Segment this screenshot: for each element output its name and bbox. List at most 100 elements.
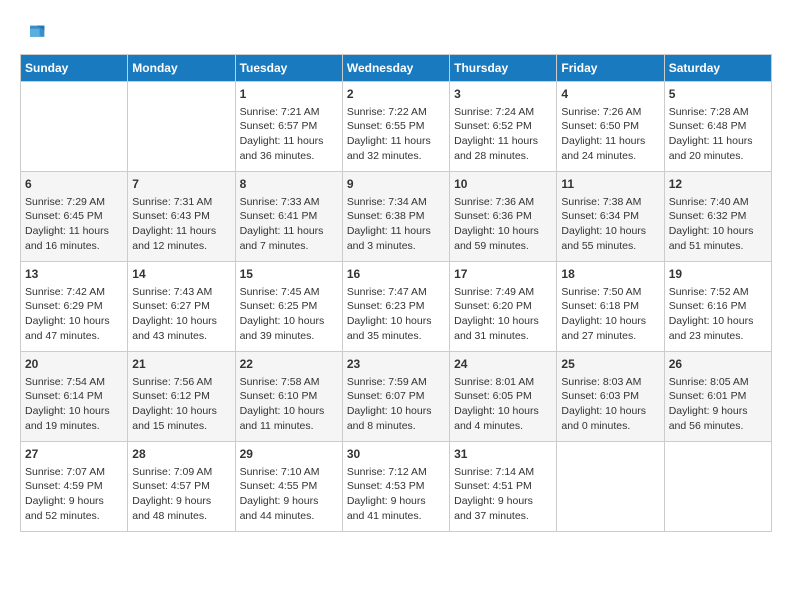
sunrise-text: Sunrise: 7:34 AM — [347, 195, 445, 210]
daylight-text: Daylight: 10 hours and 4 minutes. — [454, 404, 552, 433]
day-number: 18 — [561, 266, 659, 283]
daylight-text: Daylight: 10 hours and 39 minutes. — [240, 314, 338, 343]
daylight-text: Daylight: 10 hours and 8 minutes. — [347, 404, 445, 433]
sunrise-text: Sunrise: 7:07 AM — [25, 465, 123, 480]
calendar-cell: 22Sunrise: 7:58 AMSunset: 6:10 PMDayligh… — [235, 352, 342, 442]
calendar-cell: 27Sunrise: 7:07 AMSunset: 4:59 PMDayligh… — [21, 442, 128, 532]
sunset-text: Sunset: 6:45 PM — [25, 209, 123, 224]
sunrise-text: Sunrise: 7:24 AM — [454, 105, 552, 120]
sunset-text: Sunset: 6:50 PM — [561, 119, 659, 134]
daylight-text: Daylight: 10 hours and 11 minutes. — [240, 404, 338, 433]
day-number: 3 — [454, 86, 552, 103]
day-number: 30 — [347, 446, 445, 463]
sunrise-text: Sunrise: 7:09 AM — [132, 465, 230, 480]
calendar-cell: 11Sunrise: 7:38 AMSunset: 6:34 PMDayligh… — [557, 172, 664, 262]
sunset-text: Sunset: 6:05 PM — [454, 389, 552, 404]
sunset-text: Sunset: 6:07 PM — [347, 389, 445, 404]
day-number: 19 — [669, 266, 767, 283]
daylight-text: Daylight: 10 hours and 55 minutes. — [561, 224, 659, 253]
sunset-text: Sunset: 6:34 PM — [561, 209, 659, 224]
sunset-text: Sunset: 6:32 PM — [669, 209, 767, 224]
daylight-text: Daylight: 11 hours and 3 minutes. — [347, 224, 445, 253]
daylight-text: Daylight: 11 hours and 32 minutes. — [347, 134, 445, 163]
sunset-text: Sunset: 6:48 PM — [669, 119, 767, 134]
sunset-text: Sunset: 4:51 PM — [454, 479, 552, 494]
day-number: 25 — [561, 356, 659, 373]
day-number: 9 — [347, 176, 445, 193]
sunrise-text: Sunrise: 7:12 AM — [347, 465, 445, 480]
calendar-cell: 17Sunrise: 7:49 AMSunset: 6:20 PMDayligh… — [450, 262, 557, 352]
calendar-cell: 13Sunrise: 7:42 AMSunset: 6:29 PMDayligh… — [21, 262, 128, 352]
sunset-text: Sunset: 6:36 PM — [454, 209, 552, 224]
header-monday: Monday — [128, 55, 235, 82]
sunrise-text: Sunrise: 7:33 AM — [240, 195, 338, 210]
day-number: 6 — [25, 176, 123, 193]
sunrise-text: Sunrise: 7:52 AM — [669, 285, 767, 300]
sunrise-text: Sunrise: 7:56 AM — [132, 375, 230, 390]
calendar-cell: 1Sunrise: 7:21 AMSunset: 6:57 PMDaylight… — [235, 82, 342, 172]
calendar-header-row: Sunday Monday Tuesday Wednesday Thursday… — [21, 55, 772, 82]
sunrise-text: Sunrise: 8:05 AM — [669, 375, 767, 390]
calendar-cell: 25Sunrise: 8:03 AMSunset: 6:03 PMDayligh… — [557, 352, 664, 442]
sunrise-text: Sunrise: 7:58 AM — [240, 375, 338, 390]
daylight-text: Daylight: 11 hours and 36 minutes. — [240, 134, 338, 163]
day-number: 17 — [454, 266, 552, 283]
calendar-cell: 6Sunrise: 7:29 AMSunset: 6:45 PMDaylight… — [21, 172, 128, 262]
header-wednesday: Wednesday — [342, 55, 449, 82]
calendar-table: Sunday Monday Tuesday Wednesday Thursday… — [20, 54, 772, 532]
daylight-text: Daylight: 10 hours and 23 minutes. — [669, 314, 767, 343]
header-friday: Friday — [557, 55, 664, 82]
header-sunday: Sunday — [21, 55, 128, 82]
day-number: 26 — [669, 356, 767, 373]
sunrise-text: Sunrise: 7:14 AM — [454, 465, 552, 480]
daylight-text: Daylight: 10 hours and 35 minutes. — [347, 314, 445, 343]
sunrise-text: Sunrise: 7:21 AM — [240, 105, 338, 120]
calendar-cell: 29Sunrise: 7:10 AMSunset: 4:55 PMDayligh… — [235, 442, 342, 532]
sunset-text: Sunset: 6:14 PM — [25, 389, 123, 404]
daylight-text: Daylight: 11 hours and 28 minutes. — [454, 134, 552, 163]
day-number: 12 — [669, 176, 767, 193]
calendar-cell: 31Sunrise: 7:14 AMSunset: 4:51 PMDayligh… — [450, 442, 557, 532]
sunset-text: Sunset: 4:57 PM — [132, 479, 230, 494]
calendar-week-row: 6Sunrise: 7:29 AMSunset: 6:45 PMDaylight… — [21, 172, 772, 262]
day-number: 5 — [669, 86, 767, 103]
day-number: 31 — [454, 446, 552, 463]
sunset-text: Sunset: 6:41 PM — [240, 209, 338, 224]
day-number: 29 — [240, 446, 338, 463]
daylight-text: Daylight: 10 hours and 15 minutes. — [132, 404, 230, 433]
calendar-cell — [664, 442, 771, 532]
day-number: 27 — [25, 446, 123, 463]
sunset-text: Sunset: 6:20 PM — [454, 299, 552, 314]
calendar-cell: 14Sunrise: 7:43 AMSunset: 6:27 PMDayligh… — [128, 262, 235, 352]
daylight-text: Daylight: 10 hours and 47 minutes. — [25, 314, 123, 343]
day-number: 16 — [347, 266, 445, 283]
daylight-text: Daylight: 11 hours and 24 minutes. — [561, 134, 659, 163]
calendar-cell — [557, 442, 664, 532]
sunset-text: Sunset: 6:23 PM — [347, 299, 445, 314]
day-number: 1 — [240, 86, 338, 103]
sunrise-text: Sunrise: 7:36 AM — [454, 195, 552, 210]
sunrise-text: Sunrise: 7:42 AM — [25, 285, 123, 300]
calendar-week-row: 20Sunrise: 7:54 AMSunset: 6:14 PMDayligh… — [21, 352, 772, 442]
calendar-cell: 30Sunrise: 7:12 AMSunset: 4:53 PMDayligh… — [342, 442, 449, 532]
calendar-cell: 23Sunrise: 7:59 AMSunset: 6:07 PMDayligh… — [342, 352, 449, 442]
calendar-cell: 8Sunrise: 7:33 AMSunset: 6:41 PMDaylight… — [235, 172, 342, 262]
calendar-week-row: 27Sunrise: 7:07 AMSunset: 4:59 PMDayligh… — [21, 442, 772, 532]
day-number: 2 — [347, 86, 445, 103]
daylight-text: Daylight: 10 hours and 19 minutes. — [25, 404, 123, 433]
calendar-cell: 24Sunrise: 8:01 AMSunset: 6:05 PMDayligh… — [450, 352, 557, 442]
calendar-cell: 5Sunrise: 7:28 AMSunset: 6:48 PMDaylight… — [664, 82, 771, 172]
sunset-text: Sunset: 6:12 PM — [132, 389, 230, 404]
daylight-text: Daylight: 10 hours and 27 minutes. — [561, 314, 659, 343]
header-saturday: Saturday — [664, 55, 771, 82]
day-number: 24 — [454, 356, 552, 373]
calendar-cell: 20Sunrise: 7:54 AMSunset: 6:14 PMDayligh… — [21, 352, 128, 442]
header-tuesday: Tuesday — [235, 55, 342, 82]
sunrise-text: Sunrise: 7:45 AM — [240, 285, 338, 300]
calendar-cell: 15Sunrise: 7:45 AMSunset: 6:25 PMDayligh… — [235, 262, 342, 352]
day-number: 10 — [454, 176, 552, 193]
sunrise-text: Sunrise: 7:31 AM — [132, 195, 230, 210]
calendar-cell: 26Sunrise: 8:05 AMSunset: 6:01 PMDayligh… — [664, 352, 771, 442]
sunrise-text: Sunrise: 7:59 AM — [347, 375, 445, 390]
day-number: 14 — [132, 266, 230, 283]
